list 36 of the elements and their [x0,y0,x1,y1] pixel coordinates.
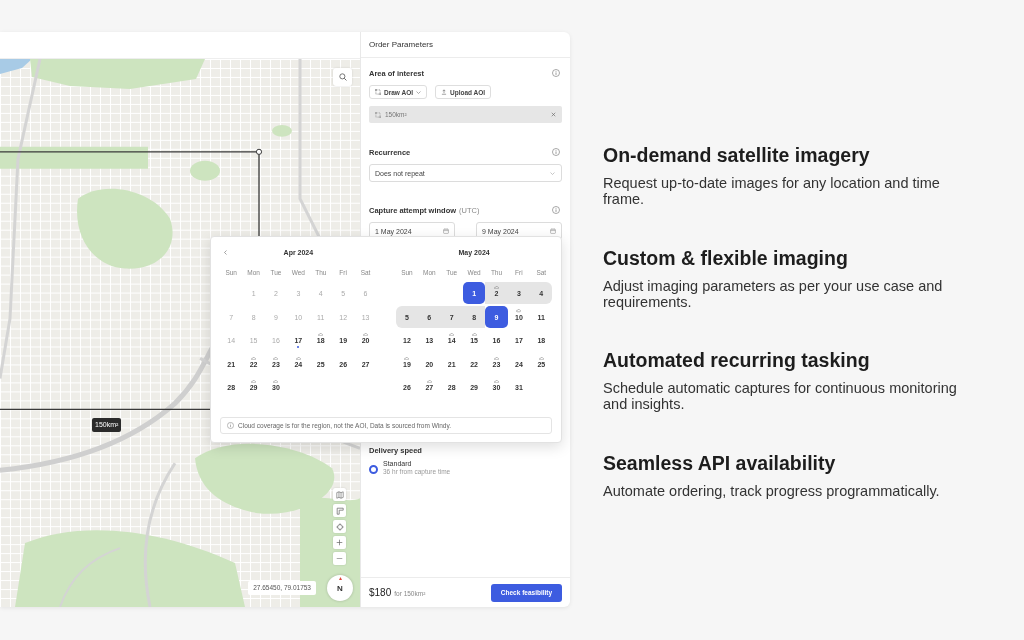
minus-icon [336,557,343,560]
calendar-icon [550,228,556,234]
panel-title: Order Parameters [369,40,434,49]
radio-button[interactable] [369,465,378,474]
measure-button[interactable] [333,504,346,517]
feature-description: Schedule automatic captures for continuous monitoring and insights. [603,380,958,412]
feature-description: Adjust imaging parameters as per your use case and requirements. [603,277,944,310]
close-icon[interactable] [551,112,556,117]
search-button[interactable] [333,68,352,86]
north-marker-icon [338,577,342,580]
chevron-down-icon [550,171,555,175]
angle-icon [335,506,344,515]
search-icon [338,73,347,81]
price-text: $180 [369,587,392,598]
info-icon [227,422,234,429]
locate-button[interactable] [333,520,346,533]
chevron-left-icon [223,249,227,255]
feature-description: Request up-to-date images for any location and time frame. [603,175,941,207]
info-icon[interactable] [552,206,560,214]
folded-map-icon [335,490,344,499]
zoom-in-button[interactable] [333,536,346,549]
zoom-out-button[interactable] [333,552,346,565]
caret-icon [416,90,421,94]
feature-title: On-demand satellite imagery [603,143,871,167]
upload-icon [441,89,447,95]
feature-description: Automate ordering, track progress programmatically. [603,482,941,499]
map-style-button[interactable] [333,488,346,501]
feature-title: Custom & flexible imaging [603,245,849,270]
previous-month-button[interactable] [221,247,229,257]
info-icon[interactable] [552,69,560,77]
plus-icon [336,539,343,546]
calendar-icon [443,228,449,234]
info-icon[interactable] [552,148,560,156]
crosshair-icon [335,522,344,531]
feature-title: Seamless API availability [603,450,837,475]
feature-title: Automated recurring tasking [603,348,871,372]
